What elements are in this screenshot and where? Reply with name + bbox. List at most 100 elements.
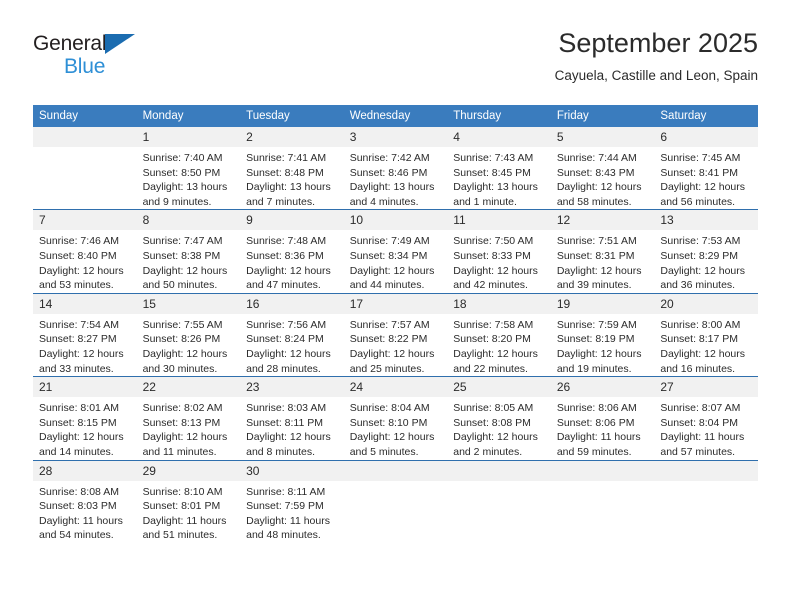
- calendar-body: 1 Sunrise: 7:40 AM Sunset: 8:50 PM Daylight…: [33, 127, 758, 543]
- day-number: 5: [550, 127, 655, 147]
- calendar-day-cell[interactable]: 5 Sunrise: 7:44 AM Sunset: 8:43 PM Daylight…: [550, 127, 655, 210]
- day-detail-line: Sunset: 8:50 PM: [142, 166, 221, 179]
- logo-text-general: General: [33, 32, 107, 55]
- day-detail-line: Sunset: 8:31 PM: [556, 249, 635, 262]
- day-number: 29: [136, 460, 241, 481]
- day-details: Sunrise: 7:53 AM Sunset: 8:29 PM Daylight:…: [654, 230, 758, 292]
- day-number: 1: [136, 127, 241, 147]
- day-details: Sunrise: 8:02 AM Sunset: 8:13 PM Daylight:…: [137, 397, 241, 459]
- day-details: Sunrise: 8:05 AM Sunset: 8:08 PM Daylight:…: [447, 397, 551, 459]
- calendar-day-cell[interactable]: 17 Sunrise: 7:57 AM Sunset: 8:22 PM Dayligh…: [343, 292, 448, 377]
- day-details: [33, 147, 137, 151]
- calendar-day-cell[interactable]: 10 Sunrise: 7:49 AM Sunset: 8:34 PM Dayligh…: [343, 209, 448, 294]
- calendar-day-cell[interactable]: 1 Sunrise: 7:40 AM Sunset: 8:50 PM Daylight…: [136, 127, 241, 210]
- day-detail-line: and 58 minutes.: [556, 195, 632, 208]
- day-detail-line: and 42 minutes.: [453, 279, 528, 292]
- calendar-day-cell[interactable]: 29 Sunrise: 8:10 AM Sunset: 8:01 PM Dayligh…: [136, 459, 241, 543]
- calendar-day-cell[interactable]: 4 Sunrise: 7:43 AM Sunset: 8:45 PM Daylight…: [447, 127, 551, 210]
- calendar-day-cell[interactable]: 8 Sunrise: 7:47 AM Sunset: 8:38 PM Daylight…: [136, 209, 241, 294]
- day-detail-line: Daylight: 12 hours: [142, 264, 228, 277]
- day-detail-line: Sunset: 8:22 PM: [349, 333, 428, 346]
- general-blue-logo[interactable]: General Blue: [33, 32, 163, 84]
- calendar-day-cell[interactable]: 25 Sunrise: 8:05 AM Sunset: 8:08 PM Dayligh…: [447, 376, 551, 460]
- day-number: 26: [550, 377, 655, 398]
- day-details: Sunrise: 8:06 AM Sunset: 8:06 PM Daylight:…: [551, 397, 655, 459]
- day-detail-line: Sunrise: 8:01 AM: [39, 402, 119, 415]
- day-number: 14: [33, 293, 137, 314]
- calendar-day-cell[interactable]: 18 Sunrise: 7:58 AM Sunset: 8:20 PM Dayligh…: [447, 292, 551, 377]
- day-details: Sunrise: 7:42 AM Sunset: 8:46 PM Daylight:…: [344, 147, 448, 209]
- day-number: 28: [33, 460, 137, 481]
- calendar-day-cell[interactable]: 24 Sunrise: 8:04 AM Sunset: 8:10 PM Dayligh…: [343, 376, 448, 460]
- day-detail-line: Sunset: 8:48 PM: [246, 166, 324, 179]
- day-detail-line: Sunrise: 8:00 AM: [660, 318, 741, 331]
- day-detail-line: Sunset: 8:10 PM: [349, 416, 428, 429]
- day-details: [344, 481, 448, 485]
- day-detail-line: Daylight: 11 hours: [142, 514, 227, 527]
- calendar-day-cell[interactable]: 23 Sunrise: 8:03 AM Sunset: 8:11 PM Dayligh…: [240, 376, 344, 460]
- day-detail-line: Sunset: 8:06 PM: [556, 416, 635, 429]
- calendar-day-cell-empty: [33, 127, 137, 210]
- calendar-day-cell[interactable]: 3 Sunrise: 7:42 AM Sunset: 8:46 PM Daylight…: [343, 127, 448, 210]
- day-detail-line: and 53 minutes.: [39, 279, 114, 292]
- calendar-day-cell[interactable]: 19 Sunrise: 7:59 AM Sunset: 8:19 PM Dayligh…: [550, 292, 655, 377]
- calendar-day-cell[interactable]: 7 Sunrise: 7:46 AM Sunset: 8:40 PM Daylight…: [33, 209, 137, 294]
- calendar-day-cell[interactable]: 22 Sunrise: 8:02 AM Sunset: 8:13 PM Dayligh…: [136, 376, 241, 460]
- calendar-week-row: 14 Sunrise: 7:54 AM Sunset: 8:27 PM Dayligh…: [33, 292, 758, 377]
- day-detail-line: Daylight: 12 hours: [453, 431, 538, 444]
- day-details: Sunrise: 7:58 AM Sunset: 8:20 PM Daylight:…: [447, 314, 551, 376]
- day-detail-line: Daylight: 13 hours: [453, 181, 538, 194]
- day-details: Sunrise: 7:47 AM Sunset: 8:38 PM Daylight:…: [137, 230, 241, 292]
- logo-text-blue: Blue: [64, 55, 106, 78]
- day-number: [654, 460, 758, 481]
- calendar-day-cell[interactable]: 15 Sunrise: 7:55 AM Sunset: 8:26 PM Dayligh…: [136, 292, 241, 377]
- day-detail-line: Sunrise: 7:43 AM: [453, 152, 534, 164]
- day-number: 6: [654, 127, 758, 147]
- calendar-page: General Blue September 2025 Cayuela, Cas…: [0, 0, 792, 612]
- day-detail-line: Sunset: 8:29 PM: [660, 249, 739, 262]
- calendar-day-cell[interactable]: 21 Sunrise: 8:01 AM Sunset: 8:15 PM Dayligh…: [33, 376, 137, 460]
- day-detail-line: Sunrise: 7:53 AM: [660, 235, 741, 248]
- day-detail-line: Daylight: 12 hours: [556, 264, 642, 277]
- day-details: Sunrise: 7:48 AM Sunset: 8:36 PM Daylight:…: [240, 230, 344, 292]
- calendar-day-cell[interactable]: 9 Sunrise: 7:48 AM Sunset: 8:36 PM Daylight…: [240, 209, 344, 294]
- day-detail-line: Sunrise: 8:08 AM: [39, 485, 119, 498]
- day-number: 22: [136, 377, 241, 398]
- day-detail-line: Sunrise: 7:40 AM: [142, 152, 223, 164]
- calendar-day-cell[interactable]: 2 Sunrise: 7:41 AM Sunset: 8:48 PM Daylight…: [240, 127, 344, 210]
- day-detail-line: Daylight: 11 hours: [660, 431, 745, 444]
- page-header: General Blue September 2025 Cayuela, Cas…: [33, 26, 758, 98]
- day-number: 15: [136, 293, 241, 314]
- calendar-day-cell[interactable]: 28 Sunrise: 8:08 AM Sunset: 8:03 PM Dayligh…: [33, 459, 137, 543]
- calendar-day-cell[interactable]: 27 Sunrise: 8:07 AM Sunset: 8:04 PM Dayligh…: [654, 376, 758, 460]
- day-detail-line: Sunset: 8:08 PM: [453, 416, 531, 429]
- calendar-day-cell[interactable]: 26 Sunrise: 8:06 AM Sunset: 8:06 PM Dayligh…: [550, 376, 655, 460]
- day-detail-line: Daylight: 13 hours: [142, 181, 228, 194]
- day-detail-line: Sunrise: 7:59 AM: [556, 318, 637, 331]
- calendar-day-cell[interactable]: 13 Sunrise: 7:53 AM Sunset: 8:29 PM Dayligh…: [654, 209, 758, 294]
- calendar-day-cell[interactable]: 12 Sunrise: 7:51 AM Sunset: 8:31 PM Dayligh…: [550, 209, 655, 294]
- calendar-day-cell[interactable]: 6 Sunrise: 7:45 AM Sunset: 8:41 PM Daylight…: [654, 127, 758, 210]
- day-number: 24: [343, 377, 448, 398]
- day-detail-line: Sunrise: 7:42 AM: [349, 152, 430, 164]
- day-number: 11: [447, 210, 551, 231]
- day-detail-line: Sunrise: 8:04 AM: [349, 402, 430, 415]
- day-details: [654, 481, 758, 485]
- day-number: 21: [33, 377, 137, 398]
- calendar-day-cell[interactable]: 11 Sunrise: 7:50 AM Sunset: 8:33 PM Dayligh…: [447, 209, 551, 294]
- day-detail-line: and 19 minutes.: [556, 362, 632, 375]
- day-detail-line: Sunrise: 8:05 AM: [453, 402, 534, 415]
- day-detail-line: and 5 minutes.: [349, 445, 419, 458]
- weekday-header-wednesday: Wednesday: [343, 105, 448, 127]
- calendar-week-row: 1 Sunrise: 7:40 AM Sunset: 8:50 PM Daylight…: [33, 127, 758, 210]
- day-detail-line: and 7 minutes.: [246, 195, 316, 208]
- calendar-day-cell[interactable]: 16 Sunrise: 7:56 AM Sunset: 8:24 PM Dayligh…: [240, 292, 344, 377]
- calendar-day-cell[interactable]: 30 Sunrise: 8:11 AM Sunset: 7:59 PM Dayligh…: [240, 459, 344, 543]
- day-detail-line: Sunrise: 7:48 AM: [246, 235, 327, 248]
- calendar-day-cell[interactable]: 14 Sunrise: 7:54 AM Sunset: 8:27 PM Dayligh…: [33, 292, 137, 377]
- calendar-day-cell[interactable]: 20 Sunrise: 8:00 AM Sunset: 8:17 PM Dayligh…: [654, 292, 758, 377]
- day-number: 9: [240, 210, 344, 231]
- day-details: Sunrise: 8:07 AM Sunset: 8:04 PM Daylight:…: [654, 397, 758, 459]
- day-detail-line: Sunrise: 7:51 AM: [556, 235, 637, 248]
- calendar-week-row: 21 Sunrise: 8:01 AM Sunset: 8:15 PM Dayligh…: [33, 376, 758, 460]
